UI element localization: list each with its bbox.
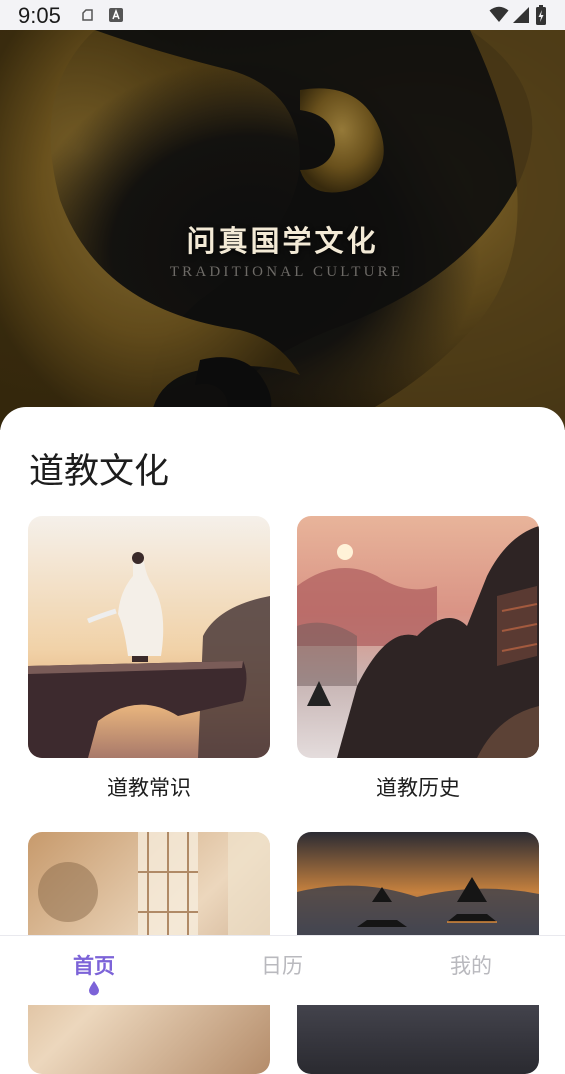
nav-mine[interactable]: 我的 [421,950,521,980]
content-sheet: 道教文化 道教常识 道教历史 [0,407,565,1074]
nav-calendar[interactable]: 日历 [232,950,332,980]
section-title: 道教文化 [29,452,170,492]
nav-home[interactable]: 首页 [44,950,144,980]
status-bar: 9:05 [0,0,565,30]
status-time: 9:05 [18,3,61,28]
hero-banner[interactable]: 问真国学文化 TRADITIONAL CULTURE [0,30,565,430]
card-image [28,516,270,758]
sim-icon [82,9,93,21]
wifi-icon [489,6,509,22]
card-label: 道教历史 [376,776,460,800]
robed-figure-cliff-image [28,516,270,758]
active-indicator-drop-icon [89,981,99,996]
hero-title: 问真国学文化 [186,224,379,258]
card-taoism-history[interactable]: 道教历史 [297,516,539,802]
battery-charging-icon [536,5,546,25]
card-taoism-basics[interactable]: 道教常识 [28,516,270,802]
misty-mountain-temple-image [297,516,539,758]
card-label: 道教常识 [107,776,191,800]
signal-icon [513,7,529,23]
bottom-nav: 首页 日历 我的 [0,935,565,1005]
card-image [297,516,539,758]
keyboard-a-icon [109,8,123,22]
hero-subtitle: TRADITIONAL CULTURE [169,264,404,280]
